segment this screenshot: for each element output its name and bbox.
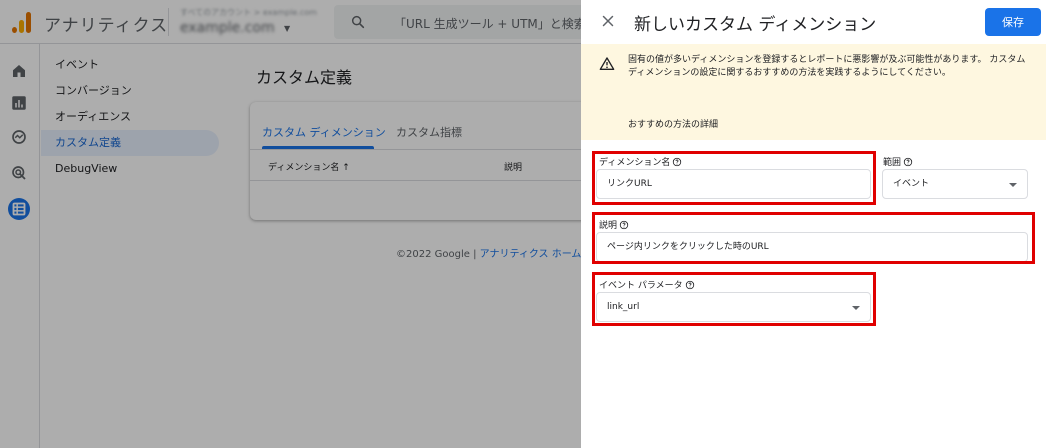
scope-select[interactable]: イベント	[882, 169, 1028, 199]
warning-icon	[599, 57, 615, 70]
scope-value: イベント	[893, 179, 930, 189]
warning-text: 固有の値が多いディメンションを登録するとレポートに悪影響が及ぶ可能性があります。…	[628, 55, 1026, 78]
panel-title: 新しいカスタム ディメンション	[634, 15, 877, 35]
save-button[interactable]: 保存	[985, 8, 1041, 36]
best-practices-link[interactable]: おすすめの方法の詳細	[628, 117, 718, 130]
highlight-box-dimension-name	[592, 151, 876, 205]
highlight-box-description	[592, 212, 1035, 264]
new-custom-dimension-panel: 新しいカスタム ディメンション 保存 固有の値が多いディメンションを登録するとレ…	[581, 0, 1046, 448]
chevron-down-icon	[1009, 183, 1017, 187]
highlight-box-event-parameter	[592, 272, 876, 326]
close-icon[interactable]	[599, 12, 617, 30]
warning-banner: 固有の値が多いディメンションを登録するとレポートに悪影響が及ぶ可能性があります。…	[581, 44, 1046, 140]
scope-label: 範囲	[883, 155, 913, 168]
help-icon[interactable]	[903, 157, 913, 167]
